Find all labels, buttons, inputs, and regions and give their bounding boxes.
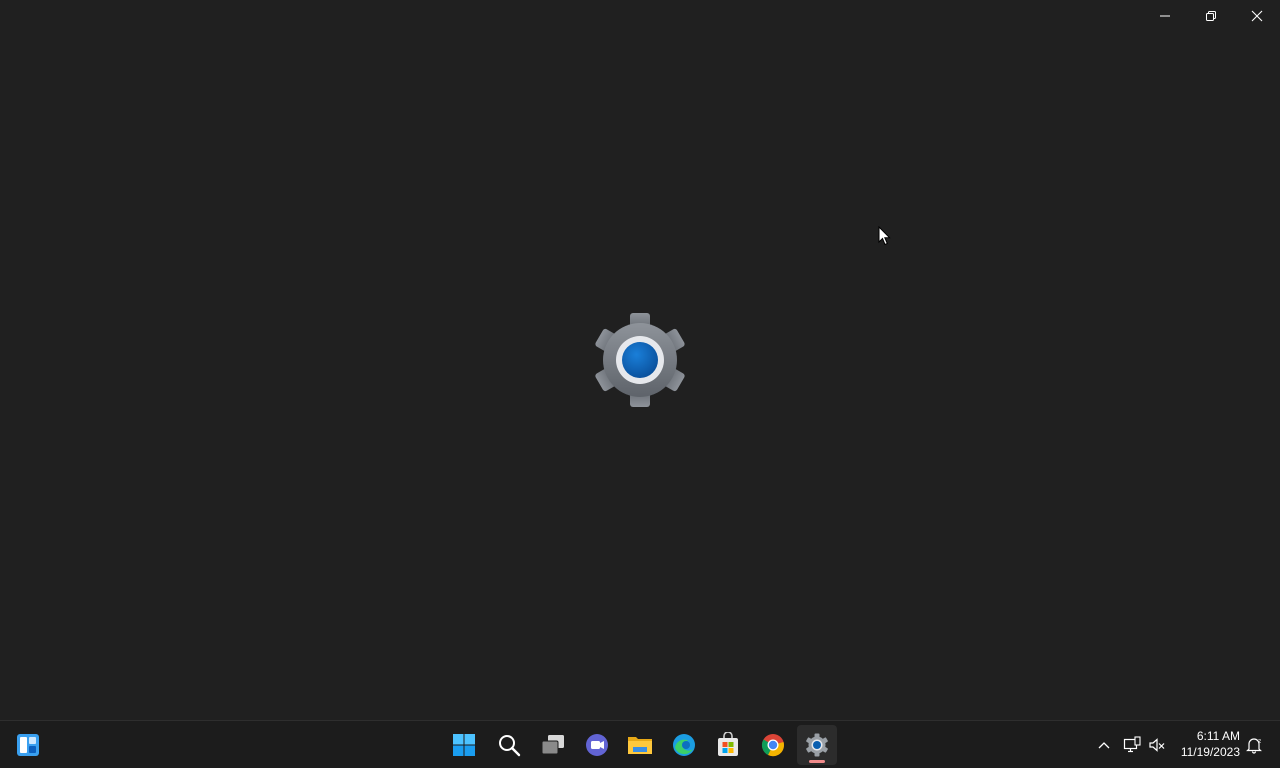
teams-chat-icon [586,734,608,756]
caption-buttons [1142,0,1280,32]
microsoft-store-button[interactable] [708,725,748,765]
file-explorer-button[interactable] [620,725,660,765]
close-button[interactable] [1234,0,1280,32]
edge-icon [673,734,695,756]
windows-start-icon [453,734,475,756]
restore-button[interactable] [1188,0,1234,32]
volume-muted-icon [1149,738,1165,752]
settings-gear-icon [595,313,685,407]
system-clock[interactable]: 6:11 AM 11/19/2023 [1176,728,1240,760]
minimize-icon [1160,15,1170,17]
file-explorer-icon [628,737,652,754]
restore-icon [1206,11,1216,21]
notification-center-button[interactable]: z [1242,733,1266,757]
widgets-button[interactable] [8,725,48,765]
settings-taskbar-button[interactable] [797,725,837,765]
show-hidden-icons-button[interactable] [1092,733,1116,757]
chevron-up-icon [1098,742,1110,749]
microsoft-store-icon [718,732,738,756]
notification-icon: z [1246,738,1262,754]
volume-button[interactable] [1145,733,1169,757]
svg-text:z: z [1258,738,1261,745]
task-view-button[interactable] [533,725,573,765]
clock-time: 6:11 AM [1196,729,1240,743]
start-button[interactable] [444,725,484,765]
teams-chat-button[interactable] [577,725,617,765]
taskbar: 6:11 AM 11/19/2023 z [0,720,1280,768]
chrome-button[interactable] [753,725,793,765]
settings-window [0,0,1280,720]
network-icon [1123,736,1141,753]
minimize-button[interactable] [1142,0,1188,32]
network-button[interactable] [1120,733,1144,757]
active-app-indicator [809,760,825,763]
search-button[interactable] [489,725,529,765]
search-icon [499,735,521,757]
clock-date: 11/19/2023 [1180,745,1240,759]
task-view-icon [541,735,564,755]
widgets-icon [17,734,39,756]
chrome-icon [761,734,784,757]
close-icon [1251,10,1263,22]
settings-icon [806,733,828,757]
mouse-cursor-icon [878,226,891,246]
edge-button[interactable] [664,725,704,765]
